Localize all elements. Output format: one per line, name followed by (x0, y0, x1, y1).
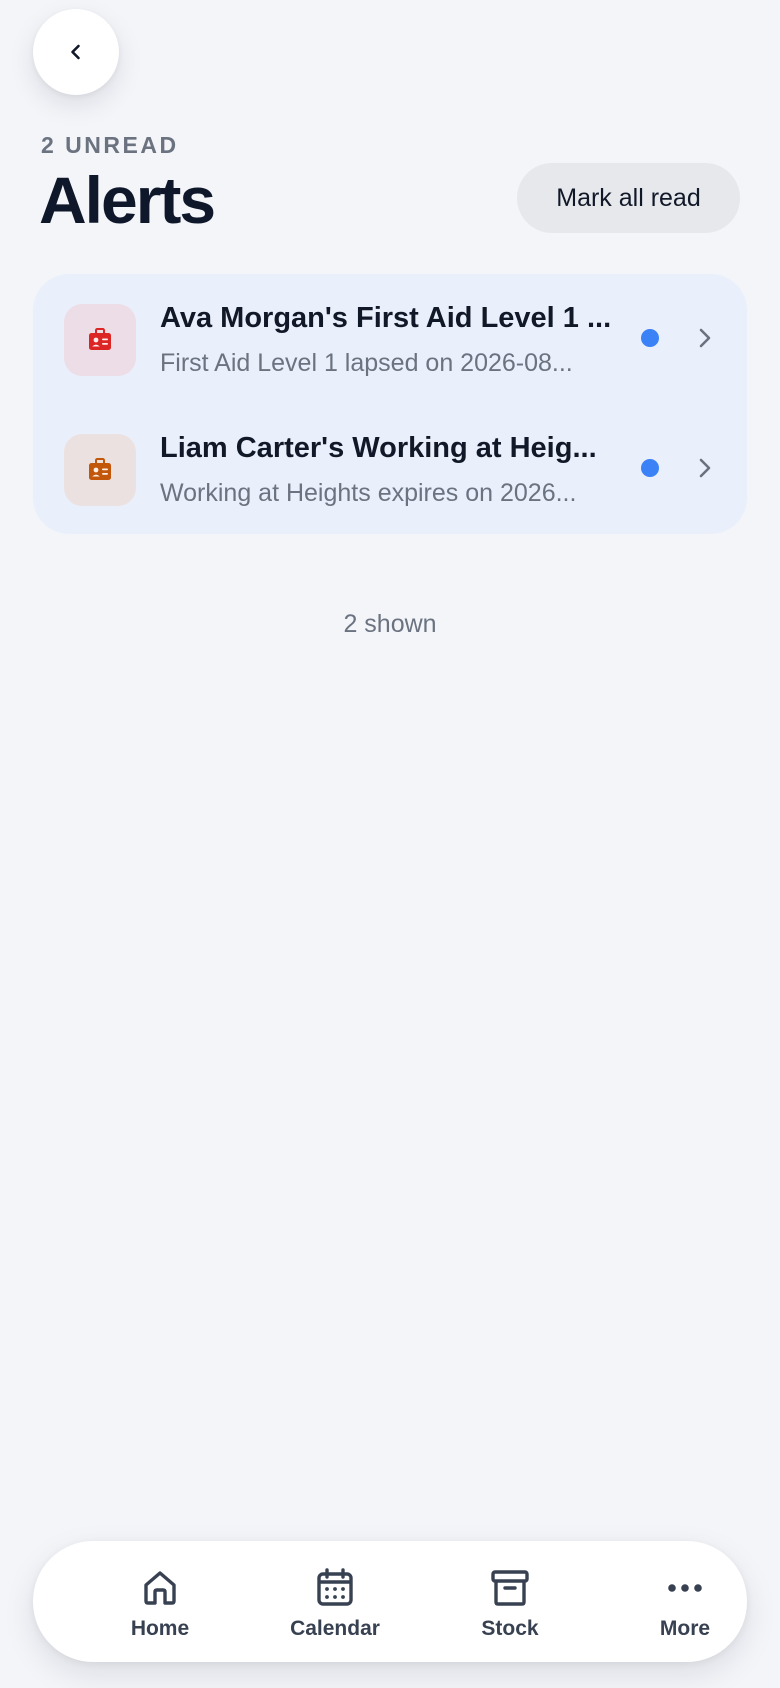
id-badge-icon (89, 458, 111, 480)
more-dots-icon (668, 1584, 702, 1592)
nav-label-calendar: Calendar (290, 1617, 380, 1640)
id-badge-icon (89, 328, 111, 350)
back-button[interactable] (33, 9, 119, 95)
calendar-icon (317, 1568, 353, 1606)
page-title: Alerts (39, 163, 216, 237)
home-icon (144, 1571, 176, 1605)
chevron-left-icon (71, 44, 80, 60)
alert-title: Ava Morgan's First Aid Level 1 ... (160, 302, 612, 334)
alert-icon-container (64, 434, 136, 506)
alerts-screen: 2 UNREAD Alerts Mark all read Ava Morgan… (0, 0, 780, 1688)
bottom-nav: Home Calendar Stock More (33, 1541, 747, 1662)
alert-title: Liam Carter's Working at Heig... (160, 432, 597, 464)
alert-subtitle: First Aid Level 1 lapsed on 2026-08... (160, 349, 573, 377)
nav-item-stock[interactable]: Stock (430, 1541, 590, 1662)
chevron-right-icon (699, 458, 711, 478)
alert-icon-container (64, 304, 136, 376)
nav-item-calendar[interactable]: Calendar (255, 1541, 415, 1662)
nav-item-more[interactable]: More (605, 1541, 765, 1662)
nav-label-stock: Stock (481, 1617, 539, 1640)
unread-count-label: 2 UNREAD (41, 132, 179, 158)
alert-list: Ava Morgan's First Aid Level 1 ... First… (33, 274, 747, 534)
alert-item[interactable]: Ava Morgan's First Aid Level 1 ... First… (33, 274, 747, 404)
unread-dot-icon (641, 329, 659, 347)
alert-subtitle: Working at Heights expires on 2026... (160, 479, 577, 507)
nav-item-home[interactable]: Home (80, 1541, 240, 1662)
alert-item[interactable]: Liam Carter's Working at Heig... Working… (33, 404, 747, 534)
nav-label-home: Home (130, 1617, 190, 1640)
shown-count-label: 2 shown (343, 610, 437, 638)
unread-dot-icon (641, 459, 659, 477)
archive-box-icon (491, 1570, 529, 1606)
chevron-right-icon (699, 328, 711, 348)
nav-label-more: More (659, 1617, 711, 1640)
mark-all-read-button[interactable]: Mark all read (517, 163, 740, 233)
